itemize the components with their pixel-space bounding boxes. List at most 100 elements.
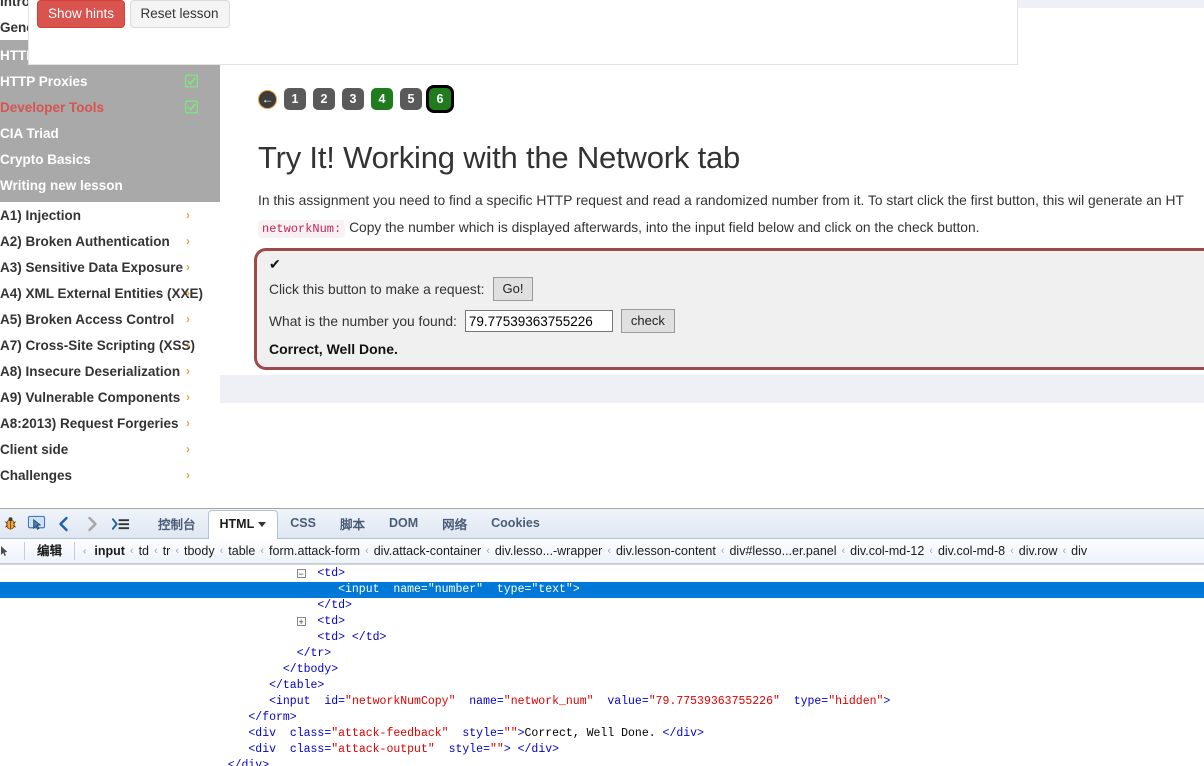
sidebar-item-label: Challenges xyxy=(0,467,73,483)
sidebar-item-a3-sensitive-data-exposure[interactable]: A3) Sensitive Data Exposure › xyxy=(0,254,220,280)
sidebar-item-a1-injection[interactable]: A1) Injection › xyxy=(0,202,220,228)
sidebar-item-a4-xxe[interactable]: A4) XML External Entities (XXE) › xyxy=(0,280,220,306)
breadcrumb-item-div-lesson-content[interactable]: div.lesson-content xyxy=(616,544,716,558)
attack-feedback: Correct, Well Done. xyxy=(269,341,398,357)
pagination-page-4[interactable]: 4 xyxy=(371,88,393,110)
breadcrumb-item-td[interactable]: td xyxy=(139,544,149,558)
tab-dom[interactable]: DOM xyxy=(377,509,430,539)
html-source-line-selected[interactable]: <input name="number" type="text"> xyxy=(0,582,1204,598)
html-tag: > xyxy=(883,695,891,708)
pagination-page-5[interactable]: 5 xyxy=(400,88,422,110)
breadcrumb-item-div-col-md-12[interactable]: div.col-md-12 xyxy=(850,544,924,558)
chevron-right-icon: › xyxy=(186,286,190,300)
collapse-node-icon[interactable]: − xyxy=(296,569,306,579)
breadcrumb-item-form-attack-form[interactable]: form.attack-form xyxy=(269,544,360,558)
html-source-line[interactable]: <input id="networkNumCopy" name="network… xyxy=(0,694,1204,710)
breadcrumb-edit-button[interactable]: 编辑 xyxy=(24,542,76,560)
pagination-page-1[interactable]: 1 xyxy=(284,88,306,110)
go-button[interactable]: Go! xyxy=(492,277,534,301)
breadcrumb-separator: ‹ xyxy=(154,545,158,557)
tab-css[interactable]: CSS xyxy=(278,509,328,539)
sidebar-item-a5-broken-access-control[interactable]: A5) Broken Access Control › xyxy=(0,306,220,332)
html-attr-name: type= xyxy=(793,695,829,708)
panel-menu-icon[interactable] xyxy=(108,512,132,536)
pagination-back-button[interactable]: ← xyxy=(258,89,277,109)
forward-arrow-icon[interactable] xyxy=(80,512,104,536)
html-source-line[interactable]: − <td> xyxy=(0,566,1204,582)
pagination-page-2[interactable]: 2 xyxy=(313,88,335,110)
breadcrumb-item-div-lesson-wrapper[interactable]: div.lesso...-wrapper xyxy=(495,544,602,558)
breadcrumb-separator: ‹ xyxy=(1062,545,1067,557)
breadcrumb-item-table[interactable]: table xyxy=(228,544,255,558)
chevron-right-icon: › xyxy=(186,416,190,430)
chevron-right-icon: › xyxy=(186,442,190,456)
tab-network[interactable]: 网络 xyxy=(430,509,479,539)
breadcrumb-item-div-row[interactable]: div.row xyxy=(1019,544,1058,558)
tab-console[interactable]: 控制台 xyxy=(146,509,208,539)
html-source-line[interactable]: </td> xyxy=(0,598,1204,614)
sidebar-item-label: Writing new lesson xyxy=(0,177,123,193)
make-request-row: Click this button to make a request: Go! xyxy=(269,277,1204,301)
firebug-icon[interactable] xyxy=(0,512,20,536)
breadcrumb-item-tr[interactable]: tr xyxy=(163,544,171,558)
breadcrumb-scroll-left-icon[interactable]: ‹ xyxy=(83,546,86,557)
breadcrumb-item-tbody[interactable]: tbody xyxy=(184,544,215,558)
html-attr-value: "" xyxy=(490,743,504,756)
page-title: Try It! Working with the Network tab xyxy=(258,140,741,175)
html-space xyxy=(455,695,469,708)
number-input[interactable] xyxy=(464,310,613,332)
html-source-line[interactable]: </form> xyxy=(0,710,1204,726)
html-source-panel[interactable]: − <td> <input name="number" type="text"> </… xyxy=(0,564,1204,766)
sidebar-item-challenges[interactable]: Challenges › xyxy=(0,462,220,488)
show-hints-button[interactable]: Show hints xyxy=(37,0,126,28)
sidebar-item-http-proxies[interactable]: HTTP Proxies xyxy=(0,68,220,94)
sidebar-item-client-side[interactable]: Client side › xyxy=(0,436,220,462)
html-space xyxy=(276,727,290,740)
breadcrumb-item-div-lesson-panel[interactable]: div#lesso...er.panel xyxy=(729,544,836,558)
breadcrumb-item-div-col-md-8[interactable]: div.col-md-8 xyxy=(938,544,1005,558)
html-source-line[interactable]: </tr> xyxy=(0,646,1204,662)
breadcrumb-separator: ‹ xyxy=(260,545,265,557)
chevron-down-icon[interactable] xyxy=(258,521,267,527)
breadcrumb-item-div[interactable]: div xyxy=(1071,544,1087,558)
tab-label: HTML xyxy=(219,517,255,531)
sidebar-item-a2-broken-authentication[interactable]: A2) Broken Authentication › xyxy=(0,228,220,254)
html-source-line[interactable]: </table> xyxy=(0,678,1204,694)
html-space xyxy=(594,695,608,708)
pagination-page-6[interactable]: 6 xyxy=(429,88,451,110)
html-tag: > xyxy=(572,583,580,596)
html-attr-name: id= xyxy=(324,695,346,708)
pagination-page-3[interactable]: 3 xyxy=(342,88,364,110)
breadcrumb-item-input[interactable]: input xyxy=(94,544,125,558)
sidebar-item-crypto-basics[interactable]: Crypto Basics xyxy=(0,146,220,172)
sidebar-item-cia-triad[interactable]: CIA Triad xyxy=(0,120,220,146)
tab-label: CSS xyxy=(290,516,316,530)
tab-cookies[interactable]: Cookies xyxy=(479,509,552,539)
sidebar-item-request-forgeries[interactable]: A8:2013) Request Forgeries › xyxy=(0,410,220,436)
html-tag: <div xyxy=(248,727,276,740)
tab-html[interactable]: HTML xyxy=(207,509,279,540)
inspect-element-icon[interactable] xyxy=(24,512,48,536)
html-source-line[interactable]: + <td> xyxy=(0,614,1204,630)
browser-page-area: Introduction › General › HTTP Basics HTT… xyxy=(0,0,1204,508)
sidebar-item-a7-xss[interactable]: A7) Cross-Site Scripting (XSS) › xyxy=(0,332,220,358)
expand-node-icon[interactable]: + xyxy=(296,617,306,627)
lesson-body: Try It! Working with the Network tab In … xyxy=(258,140,1204,239)
html-source-line[interactable]: </div> xyxy=(0,758,1204,766)
success-tick-icon: ✔ xyxy=(269,256,281,272)
reset-lesson-button[interactable]: Reset lesson xyxy=(129,0,230,28)
sidebar-item-a8-insecure-deserialization[interactable]: A8) Insecure Deserialization › xyxy=(0,358,220,384)
breadcrumb-item-div-attack-container[interactable]: div.attack-container xyxy=(374,544,481,558)
sidebar-item-a9-vulnerable-components[interactable]: A9) Vulnerable Components › xyxy=(0,384,220,410)
html-source-line[interactable]: <div class="attack-output" style=""> </d… xyxy=(0,742,1204,758)
sidebar-item-developer-tools[interactable]: Developer Tools xyxy=(0,94,220,120)
sidebar-item-label: HTTP Proxies xyxy=(0,73,88,89)
sidebar-item-writing-new-lesson[interactable]: Writing new lesson xyxy=(0,172,220,198)
html-source-line[interactable]: <td> </td> xyxy=(0,630,1204,646)
html-attr-value: "" xyxy=(503,727,518,740)
check-button[interactable]: check xyxy=(620,309,675,333)
back-arrow-icon[interactable] xyxy=(52,512,76,536)
html-source-line[interactable]: <div class="attack-feedback" style="">Co… xyxy=(0,726,1204,742)
tab-script[interactable]: 脚本 xyxy=(328,509,377,539)
html-source-line[interactable]: </tbody> xyxy=(0,662,1204,678)
